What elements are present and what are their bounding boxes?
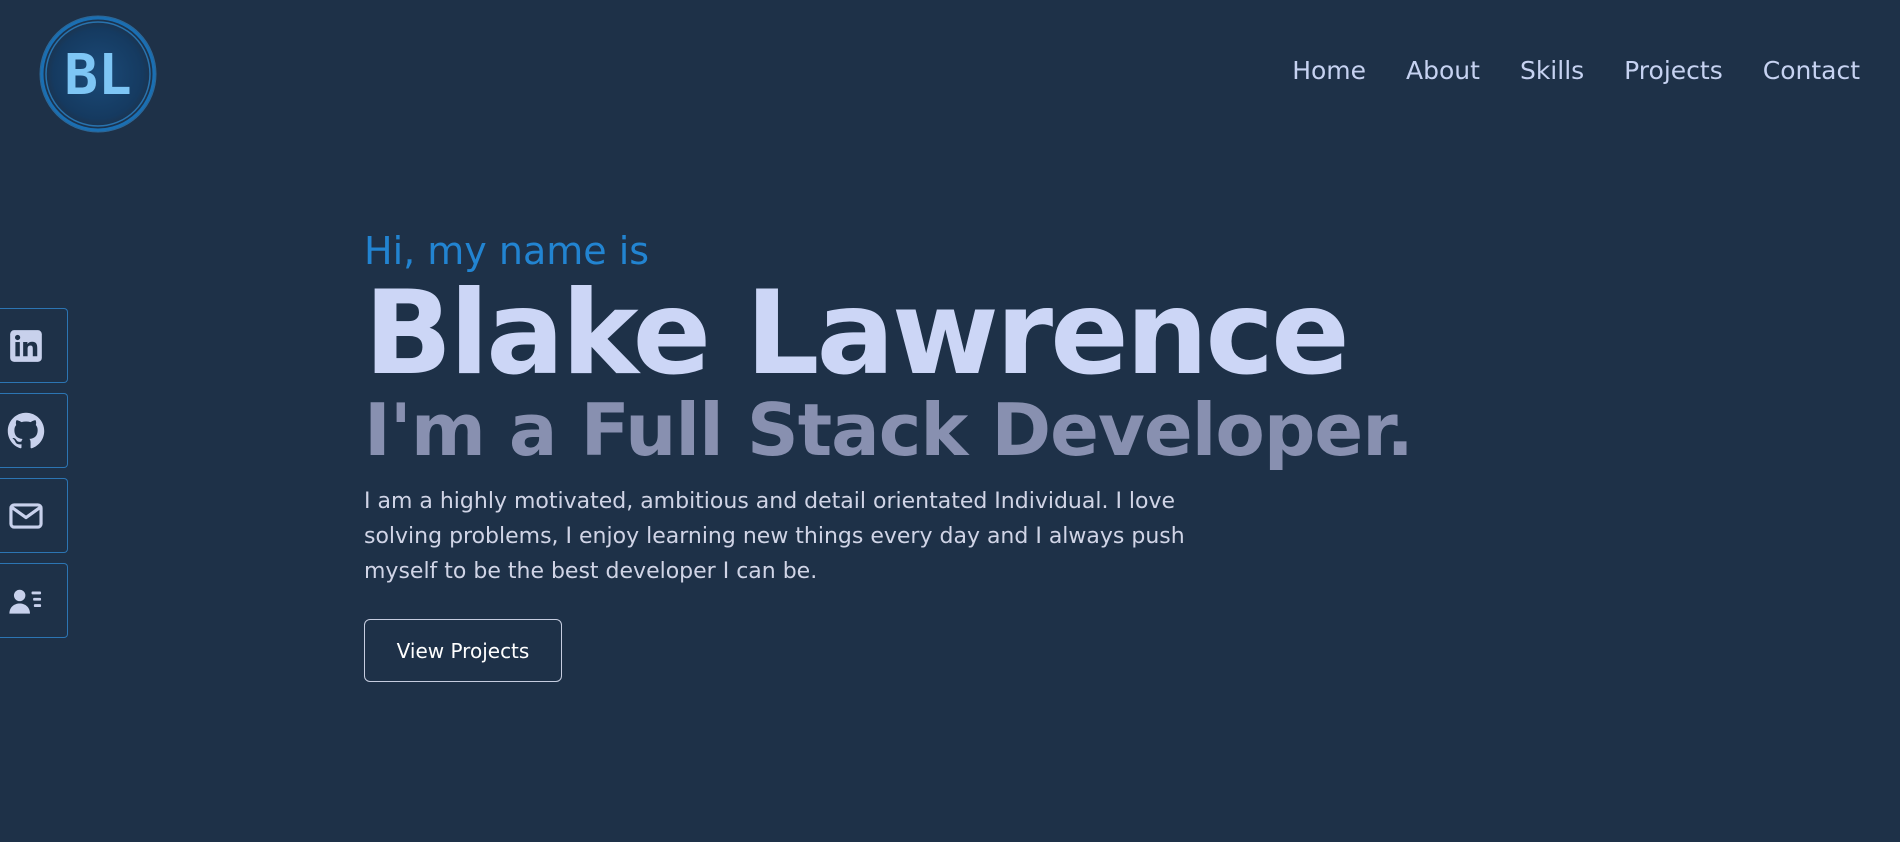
logo-icon: BL bbox=[39, 15, 157, 133]
mail-icon bbox=[8, 502, 43, 529]
contact-card-icon bbox=[8, 589, 41, 614]
logo-text: BL bbox=[64, 43, 131, 108]
linkedin-icon bbox=[9, 329, 42, 362]
nav-skills[interactable]: Skills bbox=[1520, 56, 1584, 85]
hero-name: Blake Lawrence bbox=[364, 266, 1350, 401]
social-sidebar bbox=[0, 308, 68, 638]
view-projects-button[interactable]: View Projects bbox=[364, 619, 562, 682]
hero-bio: I am a highly motivated, ambitious and d… bbox=[364, 489, 1185, 584]
email-button[interactable] bbox=[0, 478, 68, 553]
github-button[interactable] bbox=[0, 393, 68, 468]
resume-button[interactable] bbox=[0, 563, 68, 638]
hero-section: Hi, my name is Blake Lawrence I'm a Full… bbox=[364, 226, 1464, 682]
github-icon bbox=[7, 412, 44, 448]
nav-contact[interactable]: Contact bbox=[1763, 56, 1860, 85]
nav-projects[interactable]: Projects bbox=[1624, 56, 1723, 85]
nav-home[interactable]: Home bbox=[1292, 56, 1366, 85]
hero-tagline: I'm a Full Stack Developer. bbox=[364, 388, 1414, 472]
main-nav: Home About Skills Projects Contact bbox=[1292, 56, 1860, 85]
page: BL Home About Skills Projects Contact Hi… bbox=[0, 0, 1900, 842]
logo[interactable]: BL bbox=[38, 14, 158, 134]
linkedin-button[interactable] bbox=[0, 308, 68, 383]
nav-about[interactable]: About bbox=[1406, 56, 1480, 85]
